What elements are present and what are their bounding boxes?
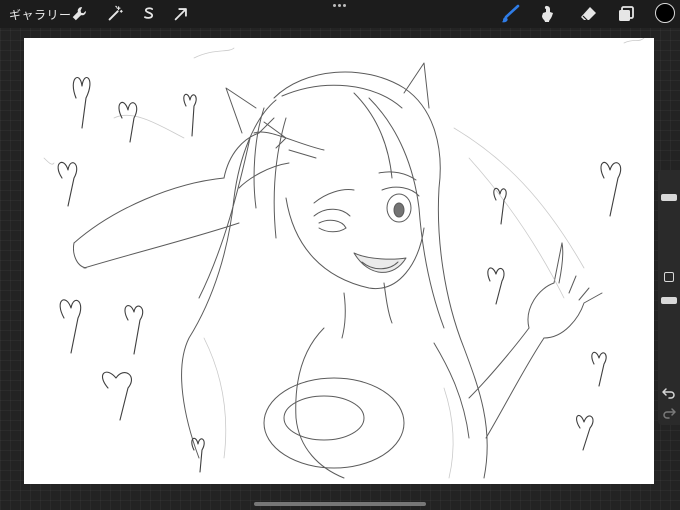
gallery-button[interactable]: ギャラリー xyxy=(9,6,72,23)
redo-icon[interactable] xyxy=(661,406,677,420)
magic-wand-icon[interactable] xyxy=(106,5,124,23)
smudge-icon[interactable] xyxy=(538,4,558,24)
transform-arrow-icon[interactable] xyxy=(172,5,190,23)
opacity-slider[interactable] xyxy=(661,297,677,304)
selection-icon[interactable] xyxy=(140,5,158,23)
brush-icon[interactable] xyxy=(500,4,520,24)
top-toolbar: ギャラリー xyxy=(0,0,680,28)
brush-size-slider[interactable] xyxy=(661,194,677,201)
home-indicator[interactable] xyxy=(254,502,426,506)
side-panel xyxy=(658,170,680,425)
more-options-icon[interactable] xyxy=(333,3,347,9)
drawing-canvas[interactable] xyxy=(24,38,654,484)
color-picker-button[interactable] xyxy=(655,3,675,23)
undo-icon[interactable] xyxy=(661,386,677,400)
modify-button[interactable] xyxy=(664,272,674,282)
eraser-icon[interactable] xyxy=(578,4,598,24)
layers-icon[interactable] xyxy=(616,4,636,24)
wrench-icon[interactable] xyxy=(70,5,88,23)
sketch-artwork xyxy=(43,38,645,479)
